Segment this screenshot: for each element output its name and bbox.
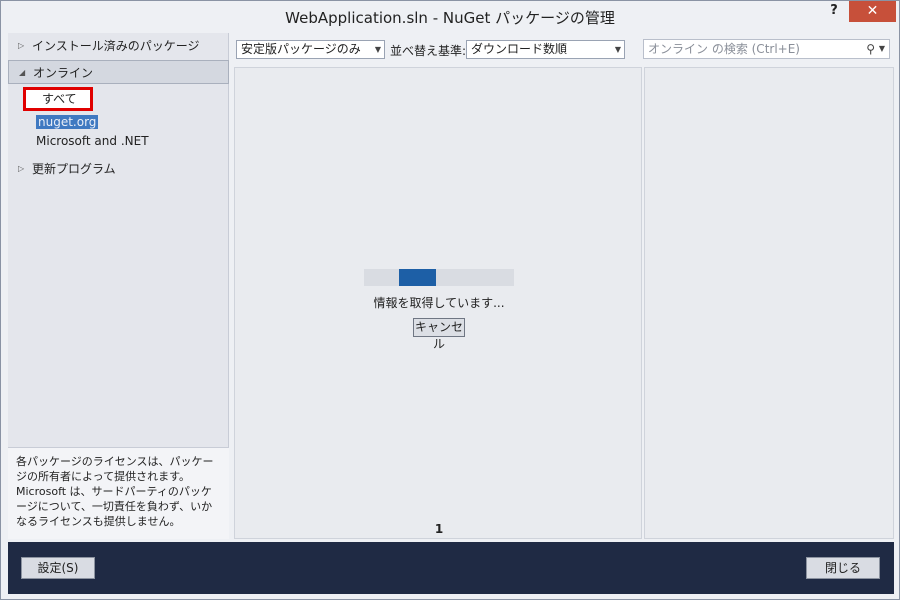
- sidebar-item-updates[interactable]: ▷ 更新プログラム: [8, 157, 229, 181]
- settings-button[interactable]: 設定(S): [21, 557, 95, 579]
- source-label: nuget.org: [36, 115, 99, 129]
- chevron-down-icon: ▼: [374, 45, 381, 54]
- license-notice: 各パッケージのライセンスは、パッケージの所有者によって提供されます。Micros…: [8, 447, 229, 539]
- close-window-button[interactable]: ✕: [849, 1, 896, 22]
- search-input[interactable]: オンライン の検索 (Ctrl+E) ⚲ ▼: [643, 39, 890, 59]
- source-nuget-org[interactable]: nuget.org: [36, 113, 99, 131]
- loading-status: 情報を取得しています...: [373, 296, 505, 310]
- sort-label: 並べ替え基準:: [390, 44, 467, 58]
- triangle-down-icon: ◢: [19, 68, 26, 77]
- close-button[interactable]: 閉じる: [806, 557, 880, 579]
- sort-value: ダウンロード数順: [471, 42, 568, 56]
- title-bar: WebApplication.sln - NuGet パッケージの管理 ? ✕: [1, 1, 899, 33]
- filter-value: 安定版パッケージのみ: [241, 42, 361, 56]
- page-number[interactable]: 1: [235, 522, 643, 536]
- help-button[interactable]: ?: [823, 3, 845, 23]
- toolbar: 安定版パッケージのみ ▼ 並べ替え基準: ダウンロード数順 ▼ オンライン の検…: [234, 33, 894, 65]
- sidebar-item-label: オンライン: [33, 66, 94, 80]
- sidebar-item-installed[interactable]: ▷ インストール済みのパッケージ: [8, 34, 229, 58]
- footer-bar: 設定(S) 閉じる: [8, 542, 894, 594]
- cancel-button[interactable]: キャンセル: [413, 318, 465, 351]
- loading-progress-bar: [364, 269, 514, 286]
- sidebar-item-label: 更新プログラム: [32, 162, 116, 176]
- sidebar-item-online[interactable]: ◢ オンライン: [8, 60, 229, 84]
- progress-fill: [399, 269, 436, 286]
- filter-dropdown[interactable]: 安定版パッケージのみ ▼: [236, 40, 385, 59]
- package-details: [644, 67, 894, 539]
- sidebar: ▷ インストール済みのパッケージ ◢ オンライン すべて nuget.org M…: [8, 33, 229, 539]
- source-microsoft-dotnet[interactable]: Microsoft and .NET: [36, 132, 149, 150]
- window-title: WebApplication.sln - NuGet パッケージの管理: [285, 9, 615, 27]
- sidebar-item-label: インストール済みのパッケージ: [32, 39, 200, 53]
- search-placeholder: オンライン の検索 (Ctrl+E): [648, 42, 800, 56]
- chevron-down-icon[interactable]: ▼: [879, 40, 885, 58]
- triangle-right-icon: ▷: [18, 41, 25, 50]
- source-all[interactable]: すべて: [23, 87, 93, 111]
- package-list: 情報を取得しています... キャンセル 1: [234, 67, 642, 539]
- search-icon[interactable]: ⚲: [866, 40, 875, 58]
- triangle-right-icon: ▷: [18, 164, 25, 173]
- nuget-dialog: WebApplication.sln - NuGet パッケージの管理 ? ✕ …: [0, 0, 900, 600]
- chevron-down-icon: ▼: [614, 45, 621, 54]
- sort-dropdown[interactable]: ダウンロード数順 ▼: [466, 40, 625, 59]
